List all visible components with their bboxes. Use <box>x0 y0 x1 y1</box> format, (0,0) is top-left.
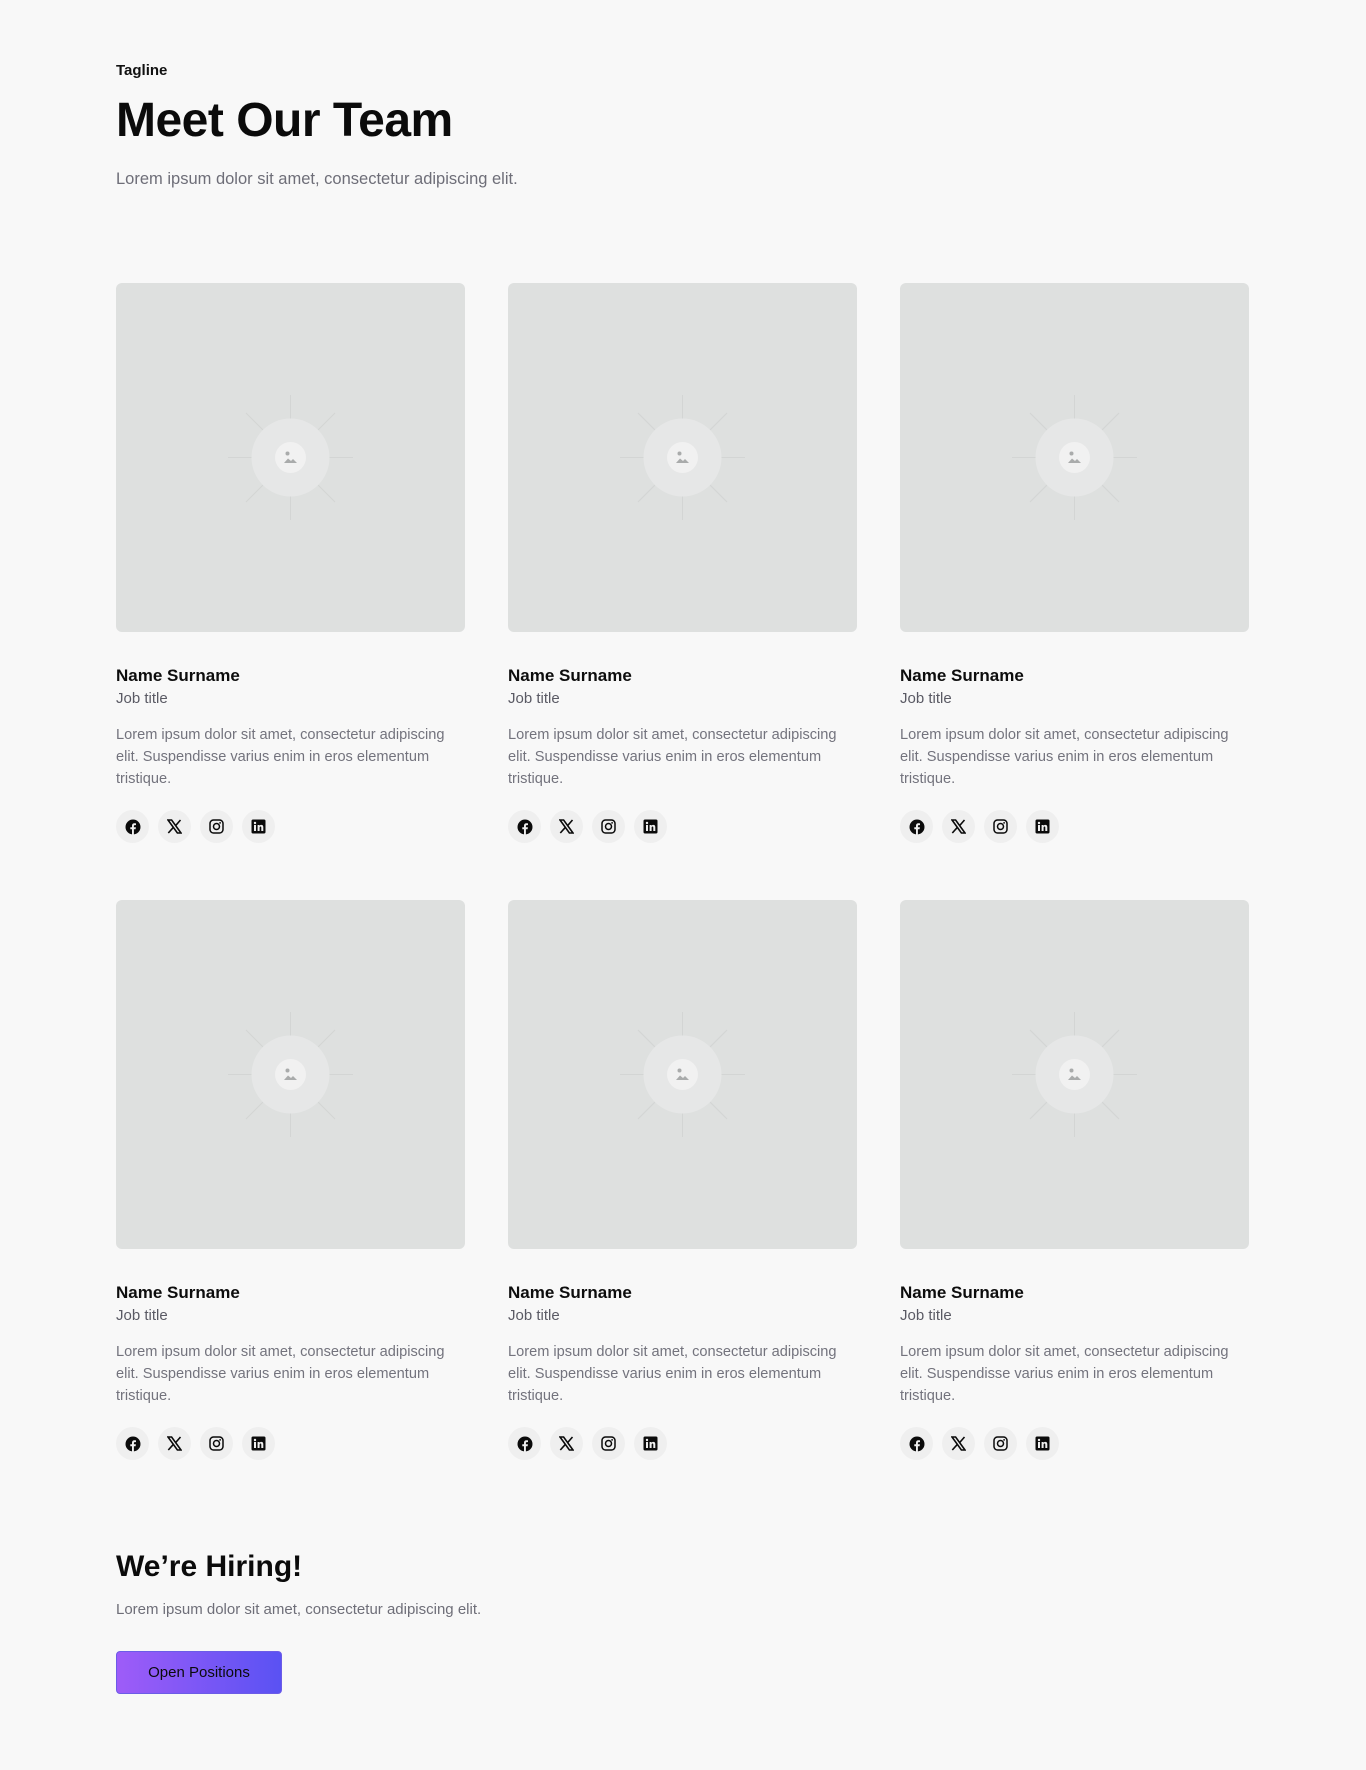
linkedin-link[interactable] <box>242 1427 275 1460</box>
x-link[interactable] <box>942 810 975 843</box>
member-name: Name Surname <box>900 1283 1024 1302</box>
linkedin-link[interactable] <box>634 1427 667 1460</box>
linkedin-icon <box>643 1436 658 1451</box>
x-icon <box>951 819 966 834</box>
tagline: Tagline <box>116 62 168 79</box>
x-icon <box>167 819 182 834</box>
linkedin-icon <box>1035 819 1050 834</box>
social-links <box>116 1427 275 1460</box>
member-photo-placeholder <box>116 900 465 1249</box>
member-name: Name Surname <box>116 666 240 685</box>
linkedin-link[interactable] <box>1026 1427 1059 1460</box>
x-link[interactable] <box>158 810 191 843</box>
x-link[interactable] <box>158 1427 191 1460</box>
instagram-link[interactable] <box>200 810 233 843</box>
x-link[interactable] <box>942 1427 975 1460</box>
instagram-link[interactable] <box>984 810 1017 843</box>
facebook-icon <box>909 819 925 835</box>
instagram-icon <box>209 819 224 834</box>
linkedin-icon <box>643 819 658 834</box>
linkedin-link[interactable] <box>1026 810 1059 843</box>
team-member-card: Name Surname Job title Lorem ipsum dolor… <box>900 283 1249 848</box>
facebook-icon <box>517 1436 533 1452</box>
member-name: Name Surname <box>900 666 1024 685</box>
linkedin-icon <box>251 819 266 834</box>
member-bio: Lorem ipsum dolor sit amet, consectetur … <box>900 1344 1229 1404</box>
instagram-icon <box>601 1436 616 1451</box>
instagram-icon <box>993 1436 1008 1451</box>
team-grid: Name Surname Job title Lorem ipsum dolor… <box>116 283 1250 1465</box>
facebook-icon <box>125 1436 141 1452</box>
instagram-link[interactable] <box>984 1427 1017 1460</box>
facebook-link[interactable] <box>116 1427 149 1460</box>
team-member-card: Name Surname Job title Lorem ipsum dolor… <box>508 283 857 848</box>
member-bio: Lorem ipsum dolor sit amet, consectetur … <box>900 727 1229 787</box>
social-links <box>900 1427 1059 1460</box>
member-bio: Lorem ipsum dolor sit amet, consectetur … <box>116 727 445 787</box>
open-positions-button[interactable]: Open Positions <box>116 1651 282 1694</box>
x-icon <box>167 1436 182 1451</box>
team-member-card: Name Surname Job title Lorem ipsum dolor… <box>508 900 857 1465</box>
member-bio: Lorem ipsum dolor sit amet, consectetur … <box>508 727 837 787</box>
member-bio: Lorem ipsum dolor sit amet, consectetur … <box>116 1344 445 1404</box>
member-photo-placeholder <box>116 283 465 632</box>
facebook-icon <box>517 819 533 835</box>
instagram-icon <box>209 1436 224 1451</box>
facebook-icon <box>909 1436 925 1452</box>
instagram-link[interactable] <box>200 1427 233 1460</box>
member-bio: Lorem ipsum dolor sit amet, consectetur … <box>508 1344 837 1404</box>
team-member-card: Name Surname Job title Lorem ipsum dolor… <box>116 283 465 848</box>
member-job-title: Job title <box>508 690 560 707</box>
team-member-card: Name Surname Job title Lorem ipsum dolor… <box>900 900 1249 1465</box>
intro-text: Lorem ipsum dolor sit amet, consectetur … <box>116 170 518 188</box>
member-job-title: Job title <box>900 690 952 707</box>
team-member-card: Name Surname Job title Lorem ipsum dolor… <box>116 900 465 1465</box>
x-icon <box>951 1436 966 1451</box>
member-photo-placeholder <box>508 283 857 632</box>
instagram-link[interactable] <box>592 1427 625 1460</box>
social-links <box>116 810 275 843</box>
member-job-title: Job title <box>508 1307 560 1324</box>
instagram-link[interactable] <box>592 810 625 843</box>
member-name: Name Surname <box>508 666 632 685</box>
social-links <box>508 810 667 843</box>
facebook-link[interactable] <box>508 810 541 843</box>
member-job-title: Job title <box>116 690 168 707</box>
facebook-link[interactable] <box>508 1427 541 1460</box>
member-photo-placeholder <box>900 900 1249 1249</box>
hiring-text: Lorem ipsum dolor sit amet, consectetur … <box>116 1601 482 1618</box>
member-name: Name Surname <box>116 1283 240 1302</box>
facebook-icon <box>125 819 141 835</box>
facebook-link[interactable] <box>900 1427 933 1460</box>
x-icon <box>559 1436 574 1451</box>
member-job-title: Job title <box>116 1307 168 1324</box>
x-link[interactable] <box>550 810 583 843</box>
x-icon <box>559 819 574 834</box>
linkedin-icon <box>251 1436 266 1451</box>
instagram-icon <box>601 819 616 834</box>
member-name: Name Surname <box>508 1283 632 1302</box>
page-title: Meet Our Team <box>116 94 453 147</box>
linkedin-link[interactable] <box>634 810 667 843</box>
social-links <box>900 810 1059 843</box>
x-link[interactable] <box>550 1427 583 1460</box>
member-job-title: Job title <box>900 1307 952 1324</box>
member-photo-placeholder <box>900 283 1249 632</box>
instagram-icon <box>993 819 1008 834</box>
member-photo-placeholder <box>508 900 857 1249</box>
facebook-link[interactable] <box>900 810 933 843</box>
linkedin-icon <box>1035 1436 1050 1451</box>
social-links <box>508 1427 667 1460</box>
linkedin-link[interactable] <box>242 810 275 843</box>
facebook-link[interactable] <box>116 810 149 843</box>
hiring-title: We’re Hiring! <box>116 1550 303 1583</box>
